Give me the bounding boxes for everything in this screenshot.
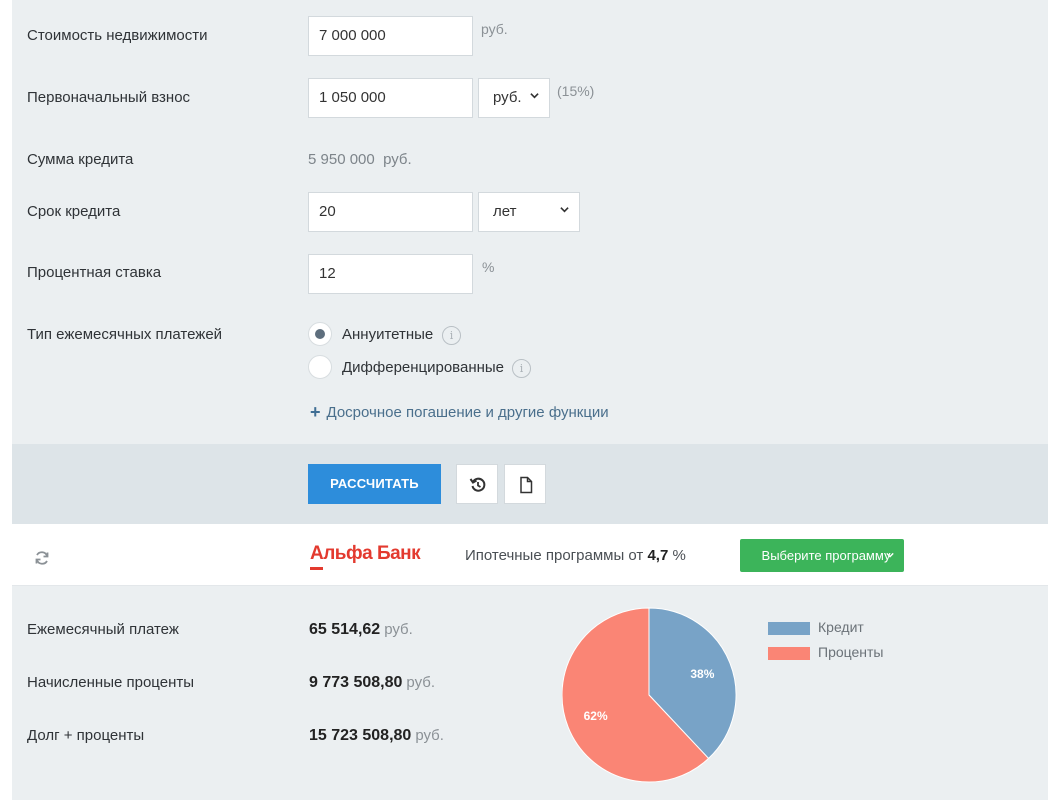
loan-term-input[interactable]: 20 (308, 192, 473, 232)
radio-differentiated[interactable] (308, 355, 332, 379)
loan-term-label: Срок кредита (27, 203, 121, 220)
down-payment-unit-select[interactable]: руб. (478, 78, 550, 118)
bank-logo-text: Альфа Банк (310, 543, 421, 564)
loan-amount-number: 5 950 000 (308, 151, 375, 168)
down-payment-input[interactable]: 1 050 000 (308, 78, 473, 118)
interest-rate-label: Процентная ставка (27, 264, 162, 281)
down-payment-percent: (15%) (557, 83, 595, 99)
monthly-payment-value: 65 514,62 руб. (309, 621, 413, 639)
monthly-payment-label: Ежемесячный платеж (27, 621, 179, 638)
plus-icon: + (310, 402, 321, 422)
bank-logo-underline (310, 567, 323, 570)
results-panel: Ежемесячный платеж 65 514,62 руб. Начисле… (12, 586, 1048, 800)
bank-promo-rate: 4,7 (647, 547, 669, 564)
legend-swatch (768, 622, 810, 635)
payment-type-label: Тип ежемесячных платежей (27, 326, 223, 343)
chevron-down-icon (530, 93, 539, 99)
info-icon[interactable]: i (512, 359, 531, 378)
bank-promo-suffix: % (672, 547, 686, 564)
refresh-icon[interactable] (34, 550, 50, 566)
down-payment-label: Первоначальный взнос (27, 89, 191, 106)
property-cost-input[interactable]: 7 000 000 (308, 16, 473, 56)
choose-program-button[interactable]: Выберите программу (740, 539, 904, 572)
loan-amount-value: 5 950 000 руб. (308, 151, 412, 168)
monthly-payment-unit: руб. (384, 621, 413, 638)
interest-rate-input[interactable]: 12 (308, 254, 473, 294)
early-repayment-link[interactable]: + Досрочное погашение и другие функции (310, 402, 609, 423)
mortgage-form: Стоимость недвижимости 7 000 000 руб. Пе… (12, 0, 1048, 444)
legend-label: Проценты (818, 644, 884, 660)
pie-slice-label: 38% (690, 667, 714, 681)
pie-slice-label: 62% (584, 709, 608, 723)
early-repayment-link-text: Досрочное погашение и другие функции (326, 404, 609, 421)
info-icon[interactable]: i (442, 326, 461, 345)
total-unit: руб. (415, 727, 444, 744)
monthly-payment-number: 65 514,62 (309, 621, 381, 638)
property-cost-label: Стоимость недвижимости (27, 27, 208, 44)
radio-annuity-label[interactable]: Аннуитетные (342, 326, 433, 343)
accrued-interest-number: 9 773 508,80 (309, 674, 403, 691)
bank-logo[interactable]: Альфа Банк (310, 543, 421, 570)
bank-promo-prefix: Ипотечные программы от (465, 547, 644, 564)
chevron-down-icon (560, 207, 569, 213)
choose-program-label: Выберите программу (761, 548, 891, 563)
bank-promo-text: Ипотечные программы от 4,7 % (465, 547, 686, 564)
actions-bar: РАССЧИТАТЬ (12, 444, 1048, 524)
history-icon (469, 477, 486, 492)
calculate-button[interactable]: РАССЧИТАТЬ (308, 464, 441, 504)
legend-label: Кредит (818, 619, 864, 635)
bank-offer-bar: Альфа Банк Ипотечные программы от 4,7 % … (12, 524, 1048, 586)
accrued-interest-label: Начисленные проценты (27, 674, 194, 691)
radio-differentiated-label[interactable]: Дифференцированные (342, 359, 504, 376)
loan-amount-unit: руб. (383, 151, 412, 168)
total-number: 15 723 508,80 (309, 727, 412, 744)
accrued-interest-unit: руб. (406, 674, 436, 691)
reset-button[interactable] (456, 464, 498, 504)
down-payment-unit-value: руб. (493, 89, 522, 106)
total-value: 15 723 508,80 руб. (309, 727, 444, 745)
loan-amount-label: Сумма кредита (27, 151, 134, 168)
radio-annuity[interactable] (308, 322, 332, 346)
chevron-down-icon (886, 552, 894, 558)
loan-term-unit-value: лет (493, 203, 517, 220)
total-label: Долг + проценты (27, 727, 145, 744)
property-cost-unit: руб. (481, 21, 508, 37)
accrued-interest-value: 9 773 508,80 руб. (309, 674, 435, 692)
legend-swatch (768, 647, 810, 660)
payment-structure-pie-chart: 38% 62% (562, 607, 737, 783)
document-icon (520, 476, 533, 494)
loan-term-unit-select[interactable]: лет (478, 192, 580, 232)
interest-rate-unit: % (482, 259, 495, 275)
export-document-button[interactable] (504, 464, 546, 504)
